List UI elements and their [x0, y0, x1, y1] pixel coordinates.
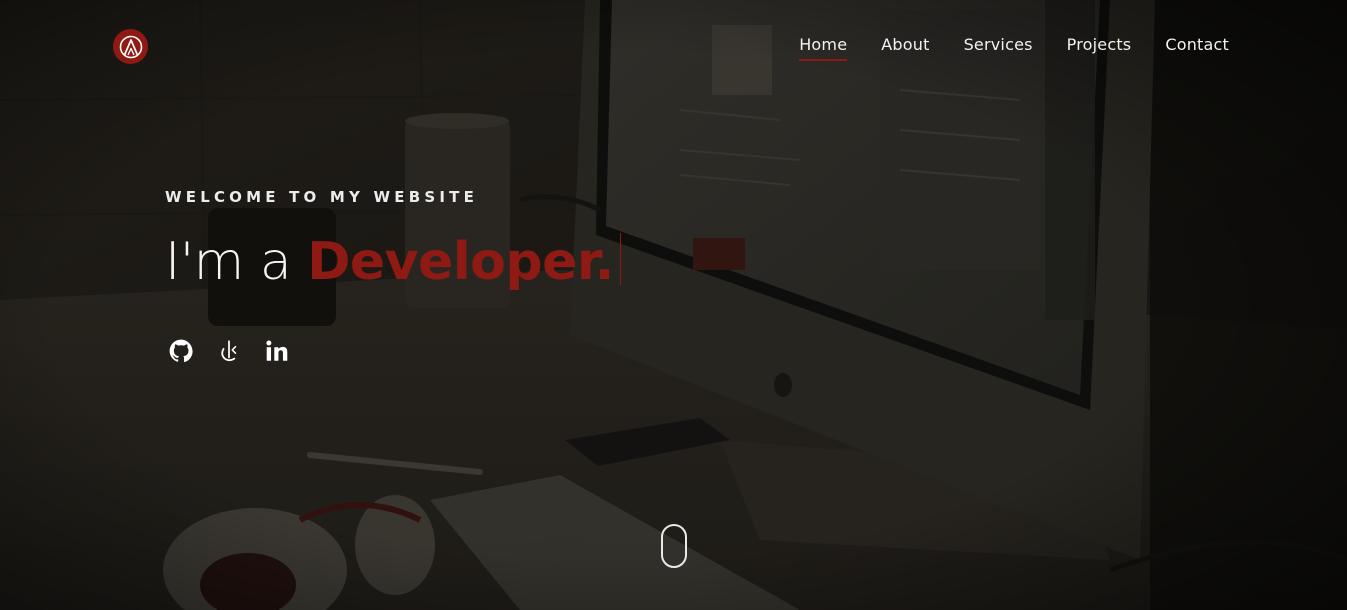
logo-button[interactable]: [113, 29, 148, 64]
top-navigation: Home About Services Projects Contact: [0, 0, 1347, 90]
github-icon: [169, 339, 193, 363]
linkedin-icon: [266, 340, 288, 361]
nav-item-home[interactable]: Home: [799, 34, 848, 61]
headline-lead: I'm a: [165, 232, 308, 292]
linkedin-link[interactable]: [264, 338, 290, 364]
mouse-scroll-icon[interactable]: [661, 524, 687, 568]
nav-item-contact[interactable]: Contact: [1165, 34, 1229, 56]
summit-letter-a-logo-icon: [119, 35, 142, 58]
social-links: [168, 338, 290, 364]
typing-cursor: [619, 233, 621, 285]
leetcode-link[interactable]: [216, 338, 242, 364]
nav-item-about[interactable]: About: [881, 34, 929, 56]
nav-item-services[interactable]: Services: [964, 34, 1033, 56]
nav-item-projects[interactable]: Projects: [1067, 34, 1132, 56]
hero-headline: I'm a Developer.: [165, 230, 621, 294]
hero-section: Home About Services Projects Contact WEL…: [0, 0, 1347, 610]
hero-background-image: [0, 0, 1347, 610]
hero-tagline: WELCOME TO MY WEBSITE: [165, 188, 479, 206]
github-link[interactable]: [168, 338, 194, 364]
headline-role: Developer.: [307, 232, 614, 292]
main-menu: Home About Services Projects Contact: [799, 34, 1229, 61]
leetcode-icon: [221, 340, 237, 362]
